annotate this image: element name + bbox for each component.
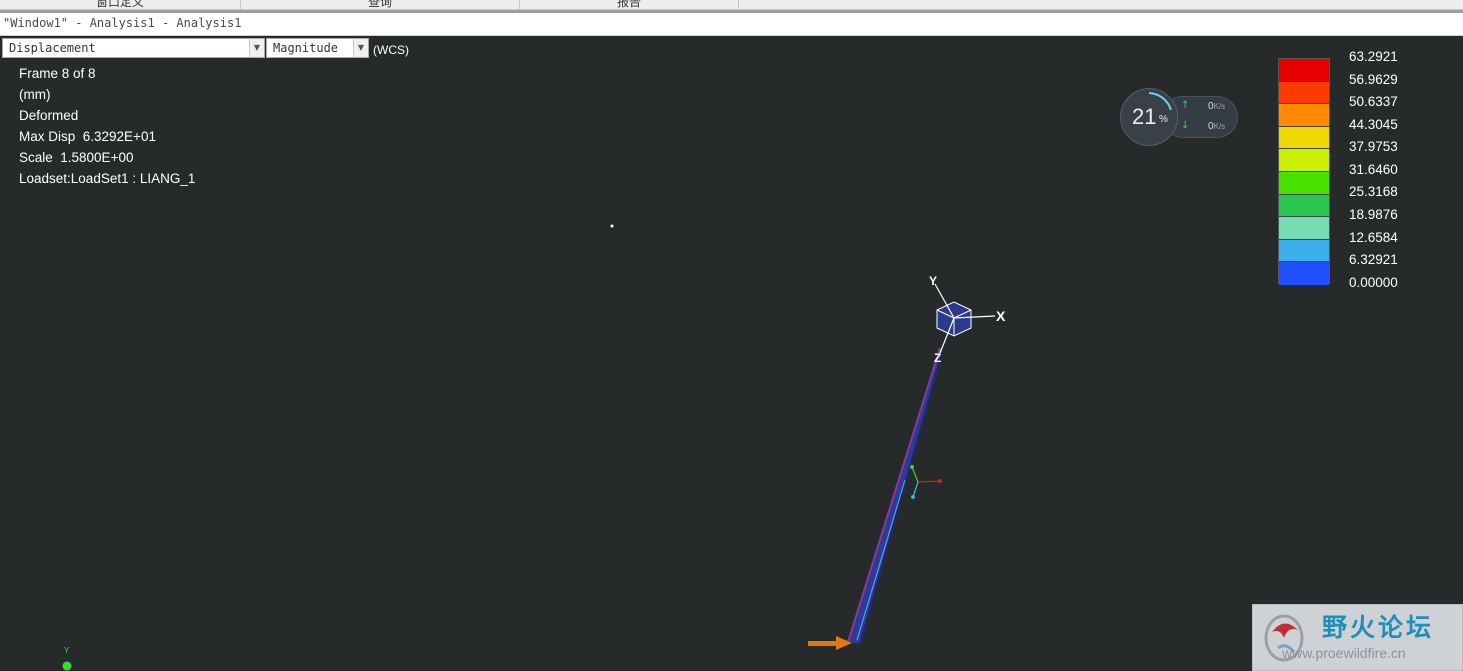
node-triad bbox=[910, 465, 942, 499]
legend-band bbox=[1279, 217, 1329, 240]
csys-triad bbox=[934, 283, 996, 354]
legend-label: 44.3045 bbox=[1349, 117, 1398, 132]
legend-band bbox=[1279, 194, 1329, 218]
axis-x-label: X bbox=[996, 308, 1006, 324]
usage-percent-unit: % bbox=[1159, 114, 1168, 125]
axis-z-label: Z bbox=[934, 351, 941, 365]
model-viewport[interactable]: X Y Z Y bbox=[0, 0, 1463, 671]
usage-percent: 21 bbox=[1132, 104, 1157, 129]
legend-label: 12.6584 bbox=[1349, 230, 1398, 245]
download-arrow-icon: ↓ bbox=[1181, 120, 1190, 131]
beam-highlight bbox=[856, 479, 906, 641]
legend-label: 0.00000 bbox=[1349, 275, 1398, 290]
legend-band bbox=[1279, 59, 1329, 82]
legend-band bbox=[1279, 239, 1329, 263]
color-legend-bar bbox=[1278, 58, 1330, 285]
mini-axis-y-label: Y bbox=[64, 646, 70, 655]
load-arrow-icon bbox=[808, 636, 852, 650]
legend-label: 50.6337 bbox=[1349, 94, 1398, 109]
legend-label: 56.9629 bbox=[1349, 72, 1398, 87]
legend-band bbox=[1279, 104, 1329, 127]
upload-arrow-icon: ↑ bbox=[1181, 100, 1190, 111]
mini-csys-origin bbox=[62, 661, 72, 671]
legend-band bbox=[1279, 149, 1329, 172]
legend-band bbox=[1279, 262, 1329, 285]
watermark-title: 野火论坛 bbox=[1322, 613, 1435, 642]
beam-edge-right bbox=[859, 351, 943, 645]
watermark-url: www.proewildfire.cn bbox=[1282, 645, 1406, 661]
upload-speed: 0K/s bbox=[1208, 101, 1226, 112]
legend-label: 25.3168 bbox=[1349, 184, 1398, 199]
beam-edge-left bbox=[847, 347, 941, 643]
legend-band bbox=[1279, 126, 1329, 150]
legend-band bbox=[1279, 81, 1329, 105]
download-speed: 0K/s bbox=[1208, 121, 1226, 132]
axis-y-label: Y bbox=[929, 274, 937, 288]
legend-label: 63.2921 bbox=[1349, 49, 1398, 64]
legend-label: 6.32921 bbox=[1349, 252, 1398, 267]
legend-band bbox=[1279, 172, 1329, 195]
origin-point bbox=[610, 224, 614, 228]
legend-label: 37.9753 bbox=[1349, 139, 1398, 154]
legend-label: 31.6460 bbox=[1349, 162, 1398, 177]
legend-label: 18.9876 bbox=[1349, 207, 1398, 222]
